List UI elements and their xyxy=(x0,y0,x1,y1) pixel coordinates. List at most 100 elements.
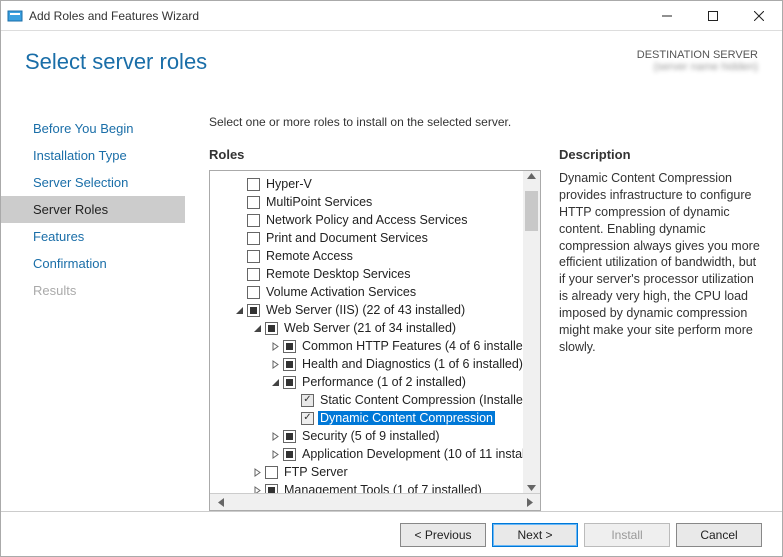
expand-icon[interactable] xyxy=(270,449,281,460)
wizard-nav: Before You BeginInstallation TypeServer … xyxy=(1,111,185,511)
tree-row[interactable]: Web Server (21 of 34 installed) xyxy=(210,319,540,337)
collapse-icon[interactable] xyxy=(270,377,281,388)
checkbox[interactable] xyxy=(265,466,278,479)
nav-item-confirmation[interactable]: Confirmation xyxy=(1,250,185,277)
checkbox[interactable] xyxy=(283,448,296,461)
tree-row[interactable]: Security (5 of 9 installed) xyxy=(210,427,540,445)
tree-row[interactable]: Print and Document Services xyxy=(210,229,540,247)
tree-row[interactable]: Web Server (IIS) (22 of 43 installed) xyxy=(210,301,540,319)
nav-item-features[interactable]: Features xyxy=(1,223,185,250)
nav-item-results: Results xyxy=(1,277,185,304)
tree-item-label[interactable]: FTP Server xyxy=(282,465,350,479)
tree-item-label[interactable]: Hyper-V xyxy=(264,177,314,191)
tree-row[interactable]: Management Tools (1 of 7 installed) xyxy=(210,481,540,493)
scroll-right-icon[interactable] xyxy=(521,496,538,509)
tree-item-label[interactable]: Volume Activation Services xyxy=(264,285,418,299)
tree-item-label[interactable]: Common HTTP Features (4 of 6 installed) xyxy=(300,339,536,353)
checkbox[interactable] xyxy=(247,196,260,209)
vertical-scrollbar[interactable] xyxy=(523,171,540,493)
expand-icon[interactable] xyxy=(252,467,263,478)
tree-item-label[interactable]: Management Tools (1 of 7 installed) xyxy=(282,483,484,493)
toggle-spacer xyxy=(234,251,245,262)
checkbox[interactable] xyxy=(247,268,260,281)
checkbox[interactable] xyxy=(247,250,260,263)
checkbox[interactable] xyxy=(247,232,260,245)
horizontal-scrollbar[interactable] xyxy=(210,493,540,510)
nav-item-server-roles[interactable]: Server Roles xyxy=(1,196,185,223)
tree-row[interactable]: Network Policy and Access Services xyxy=(210,211,540,229)
checkbox[interactable] xyxy=(265,484,278,494)
cancel-button[interactable]: Cancel xyxy=(676,523,762,547)
checkbox[interactable] xyxy=(301,412,314,425)
app-icon xyxy=(7,8,23,24)
toggle-spacer xyxy=(288,395,299,406)
expand-icon[interactable] xyxy=(270,341,281,352)
tree-row[interactable]: FTP Server xyxy=(210,463,540,481)
roles-tree-container: Hyper-V MultiPoint Services Network Policy… xyxy=(209,170,541,511)
instruction-text: Select one or more roles to install on t… xyxy=(209,115,762,129)
checkbox[interactable] xyxy=(283,340,296,353)
expand-icon[interactable] xyxy=(252,485,263,494)
close-button[interactable] xyxy=(736,1,782,31)
minimize-button[interactable] xyxy=(644,1,690,31)
tree-item-label[interactable]: MultiPoint Services xyxy=(264,195,374,209)
tree-row[interactable]: Health and Diagnostics (1 of 6 installed… xyxy=(210,355,540,373)
checkbox[interactable] xyxy=(283,358,296,371)
checkbox[interactable] xyxy=(247,214,260,227)
tree-item-label[interactable]: Dynamic Content Compression xyxy=(318,411,495,425)
nav-item-before-you-begin[interactable]: Before You Begin xyxy=(1,115,185,142)
scroll-down-icon[interactable] xyxy=(527,485,536,491)
checkbox[interactable] xyxy=(247,304,260,317)
tree-row[interactable]: Dynamic Content Compression xyxy=(210,409,540,427)
tree-item-label[interactable]: Performance (1 of 2 installed) xyxy=(300,375,468,389)
previous-button[interactable]: < Previous xyxy=(400,523,486,547)
scroll-left-icon[interactable] xyxy=(212,496,229,509)
footer: < Previous Next > Install Cancel xyxy=(1,511,782,557)
tree-item-label[interactable]: Security (5 of 9 installed) xyxy=(300,429,442,443)
tree-row[interactable]: MultiPoint Services xyxy=(210,193,540,211)
tree-item-label[interactable]: Remote Desktop Services xyxy=(264,267,413,281)
expand-icon[interactable] xyxy=(270,431,281,442)
tree-row[interactable]: Hyper-V xyxy=(210,175,540,193)
checkbox[interactable] xyxy=(247,286,260,299)
roles-tree[interactable]: Hyper-V MultiPoint Services Network Policy… xyxy=(210,171,540,493)
tree-item-label[interactable]: Health and Diagnostics (1 of 6 installed… xyxy=(300,357,525,371)
scroll-up-icon[interactable] xyxy=(527,173,536,179)
maximize-button[interactable] xyxy=(690,1,736,31)
destination-label: DESTINATION SERVER xyxy=(637,49,758,61)
tree-item-label[interactable]: Web Server (IIS) (22 of 43 installed) xyxy=(264,303,467,317)
description-heading: Description xyxy=(559,147,762,162)
tree-row[interactable]: Common HTTP Features (4 of 6 installed) xyxy=(210,337,540,355)
tree-row[interactable]: Remote Desktop Services xyxy=(210,265,540,283)
toggle-spacer xyxy=(234,197,245,208)
tree-row[interactable]: Static Content Compression (Installed) xyxy=(210,391,540,409)
tree-item-label[interactable]: Remote Access xyxy=(264,249,355,263)
nav-item-server-selection[interactable]: Server Selection xyxy=(1,169,185,196)
nav-item-installation-type[interactable]: Installation Type xyxy=(1,142,185,169)
tree-row[interactable]: Performance (1 of 2 installed) xyxy=(210,373,540,391)
checkbox[interactable] xyxy=(283,376,296,389)
tree-row[interactable]: Remote Access xyxy=(210,247,540,265)
tree-item-label[interactable]: Network Policy and Access Services xyxy=(264,213,469,227)
window-title: Add Roles and Features Wizard xyxy=(29,9,644,23)
scrollbar-thumb[interactable] xyxy=(525,191,538,231)
toggle-spacer xyxy=(288,413,299,424)
tree-row[interactable]: Application Development (10 of 11 instal… xyxy=(210,445,540,463)
collapse-icon[interactable] xyxy=(252,323,263,334)
destination-value: (server name hidden) xyxy=(637,61,758,75)
checkbox[interactable] xyxy=(265,322,278,335)
roles-heading: Roles xyxy=(209,147,541,162)
tree-item-label[interactable]: Web Server (21 of 34 installed) xyxy=(282,321,458,335)
tree-item-label[interactable]: Application Development (10 of 11 instal… xyxy=(300,447,540,461)
header: Select server roles DESTINATION SERVER (… xyxy=(1,31,782,111)
page-title: Select server roles xyxy=(25,49,207,75)
toggle-spacer xyxy=(234,179,245,190)
tree-item-label[interactable]: Print and Document Services xyxy=(264,231,430,245)
next-button[interactable]: Next > xyxy=(492,523,578,547)
tree-item-label[interactable]: Static Content Compression (Installed) xyxy=(318,393,536,407)
checkbox[interactable] xyxy=(247,178,260,191)
checkbox[interactable] xyxy=(283,430,296,443)
expand-icon[interactable] xyxy=(270,359,281,370)
tree-row[interactable]: Volume Activation Services xyxy=(210,283,540,301)
collapse-icon[interactable] xyxy=(234,305,245,316)
